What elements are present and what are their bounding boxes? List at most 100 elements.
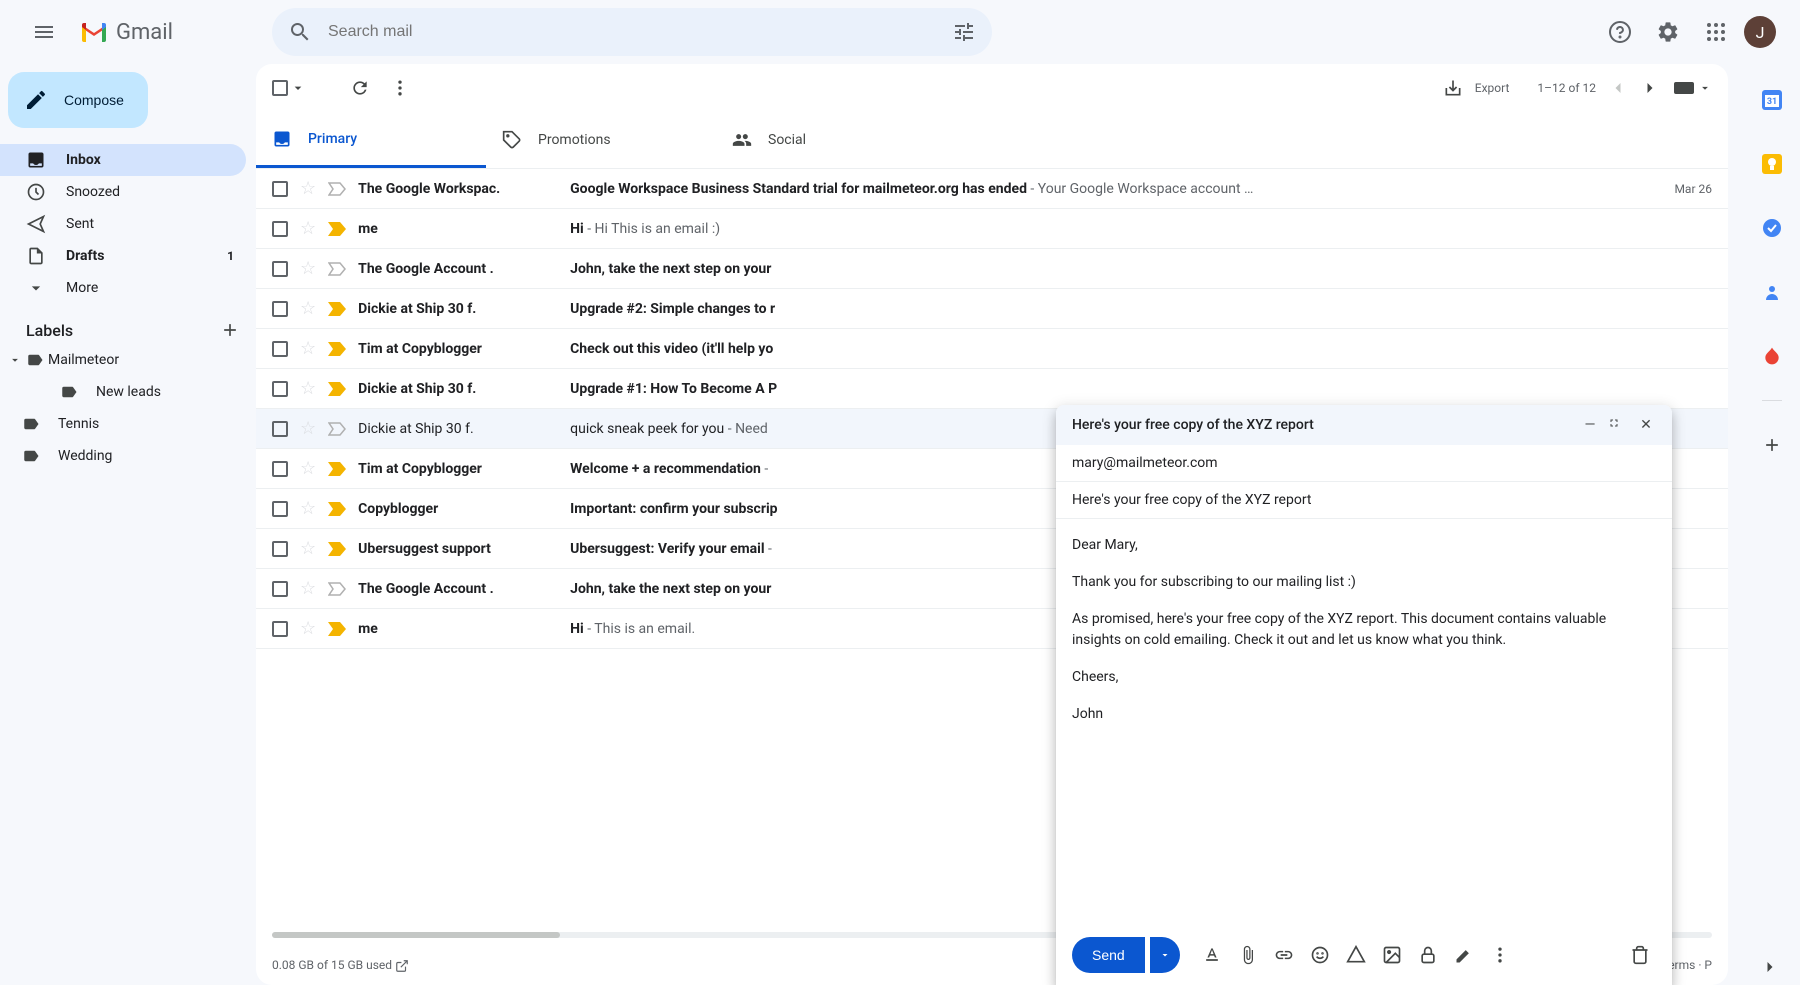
important-marker-icon[interactable] — [328, 382, 346, 396]
send-button[interactable]: Send — [1072, 937, 1145, 973]
search-input[interactable] — [328, 23, 936, 41]
email-checkbox[interactable] — [272, 501, 288, 517]
download-icon[interactable] — [1443, 78, 1463, 98]
nav-snoozed[interactable]: Snoozed — [0, 176, 246, 208]
signature-icon[interactable] — [1448, 939, 1480, 971]
formatting-icon[interactable] — [1196, 939, 1228, 971]
nav-drafts[interactable]: Drafts 1 — [0, 240, 246, 272]
email-checkbox[interactable] — [272, 461, 288, 477]
label-wedding[interactable]: Wedding — [0, 440, 256, 472]
email-checkbox[interactable] — [272, 621, 288, 637]
more-options-icon[interactable] — [1484, 939, 1516, 971]
important-marker-icon[interactable] — [328, 262, 346, 276]
email-checkbox[interactable] — [272, 261, 288, 277]
label-new-leads[interactable]: New leads — [0, 376, 256, 408]
star-icon[interactable]: ☆ — [300, 338, 316, 359]
important-marker-icon[interactable] — [328, 462, 346, 476]
add-label-icon[interactable] — [220, 320, 240, 340]
compose-body[interactable]: Dear Mary, Thank you for subscribing to … — [1056, 519, 1672, 925]
tab-primary[interactable]: Primary — [256, 112, 486, 168]
gmail-logo[interactable]: Gmail — [80, 20, 173, 45]
emoji-icon[interactable] — [1304, 939, 1336, 971]
email-checkbox[interactable] — [272, 221, 288, 237]
email-row[interactable]: ☆ Tim at Copyblogger Check out this vide… — [256, 329, 1728, 369]
email-checkbox[interactable] — [272, 341, 288, 357]
compose-button[interactable]: Compose — [8, 72, 148, 128]
star-icon[interactable]: ☆ — [300, 378, 316, 399]
email-row[interactable]: ☆ Dickie at Ship 30 f. Upgrade #1: How T… — [256, 369, 1728, 409]
nav-sent[interactable]: Sent — [0, 208, 246, 240]
nav-more[interactable]: More — [0, 272, 246, 304]
search-box[interactable] — [272, 8, 992, 56]
important-marker-icon[interactable] — [328, 622, 346, 636]
important-marker-icon[interactable] — [328, 542, 346, 556]
star-icon[interactable]: ☆ — [300, 538, 316, 559]
email-checkbox[interactable] — [272, 541, 288, 557]
apps-button[interactable] — [1696, 12, 1736, 52]
addon-app-icon[interactable] — [1752, 336, 1792, 376]
tab-promotions[interactable]: Promotions — [486, 112, 716, 168]
email-checkbox[interactable] — [272, 301, 288, 317]
important-marker-icon[interactable] — [328, 582, 346, 596]
email-checkbox[interactable] — [272, 181, 288, 197]
email-checkbox[interactable] — [272, 581, 288, 597]
important-marker-icon[interactable] — [328, 422, 346, 436]
image-icon[interactable] — [1376, 939, 1408, 971]
star-icon[interactable]: ☆ — [300, 498, 316, 519]
minimize-icon[interactable]: — — [1580, 417, 1600, 433]
star-icon[interactable]: ☆ — [300, 258, 316, 279]
star-icon[interactable]: ☆ — [300, 578, 316, 599]
star-icon[interactable]: ☆ — [300, 618, 316, 639]
export-label[interactable]: Export — [1475, 81, 1510, 95]
star-icon[interactable]: ☆ — [300, 458, 316, 479]
label-tennis[interactable]: Tennis — [0, 408, 256, 440]
star-icon[interactable]: ☆ — [300, 298, 316, 319]
discard-icon[interactable] — [1624, 939, 1656, 971]
confidential-icon[interactable] — [1412, 939, 1444, 971]
email-row[interactable]: ☆ Dickie at Ship 30 f. Upgrade #2: Simpl… — [256, 289, 1728, 329]
next-page-icon[interactable] — [1640, 78, 1660, 98]
compose-title[interactable]: Here's your free copy of the XYZ report — [1072, 417, 1580, 433]
calendar-app-icon[interactable]: 31 — [1752, 80, 1792, 120]
settings-button[interactable] — [1648, 12, 1688, 52]
star-icon[interactable]: ☆ — [300, 178, 316, 199]
external-link-icon[interactable] — [395, 959, 409, 973]
close-icon[interactable]: ✕ — [1636, 417, 1656, 433]
select-dropdown-icon[interactable] — [290, 80, 306, 96]
email-row[interactable]: ☆ The Google Workspac. Google Workspace … — [256, 169, 1728, 209]
star-icon[interactable]: ☆ — [300, 418, 316, 439]
keep-app-icon[interactable] — [1752, 144, 1792, 184]
main-menu-button[interactable] — [20, 8, 68, 56]
email-checkbox[interactable] — [272, 421, 288, 437]
link-icon[interactable] — [1268, 939, 1300, 971]
email-checkbox[interactable] — [272, 381, 288, 397]
compose-to-field[interactable]: mary@mailmeteor.com — [1056, 445, 1672, 482]
tasks-app-icon[interactable] — [1752, 208, 1792, 248]
compose-subject-field[interactable]: Here's your free copy of the XYZ report — [1056, 482, 1672, 519]
label-mailmeteor[interactable]: Mailmeteor — [0, 344, 256, 376]
tab-social[interactable]: Social — [716, 112, 946, 168]
email-row[interactable]: ☆ me Hi - Hi This is an email :) — [256, 209, 1728, 249]
input-tools-button[interactable] — [1672, 80, 1712, 96]
important-marker-icon[interactable] — [328, 302, 346, 316]
important-marker-icon[interactable] — [328, 222, 346, 236]
collapse-panel-icon[interactable] — [1760, 957, 1780, 977]
fullscreen-icon[interactable] — [1608, 417, 1628, 433]
account-avatar[interactable]: J — [1744, 16, 1776, 48]
nav-inbox[interactable]: Inbox — [0, 144, 246, 176]
send-options-button[interactable] — [1150, 937, 1180, 973]
tune-icon[interactable] — [952, 20, 976, 44]
refresh-icon[interactable] — [350, 78, 370, 98]
more-icon[interactable] — [390, 78, 410, 98]
drive-icon[interactable] — [1340, 939, 1372, 971]
important-marker-icon[interactable] — [328, 502, 346, 516]
prev-page-icon[interactable] — [1608, 78, 1628, 98]
important-marker-icon[interactable] — [328, 342, 346, 356]
get-addons-icon[interactable] — [1752, 425, 1792, 465]
attach-icon[interactable] — [1232, 939, 1264, 971]
email-row[interactable]: ☆ The Google Account . John, take the ne… — [256, 249, 1728, 289]
support-button[interactable] — [1600, 12, 1640, 52]
star-icon[interactable]: ☆ — [300, 218, 316, 239]
select-all-checkbox[interactable] — [272, 80, 288, 96]
important-marker-icon[interactable] — [328, 182, 346, 196]
